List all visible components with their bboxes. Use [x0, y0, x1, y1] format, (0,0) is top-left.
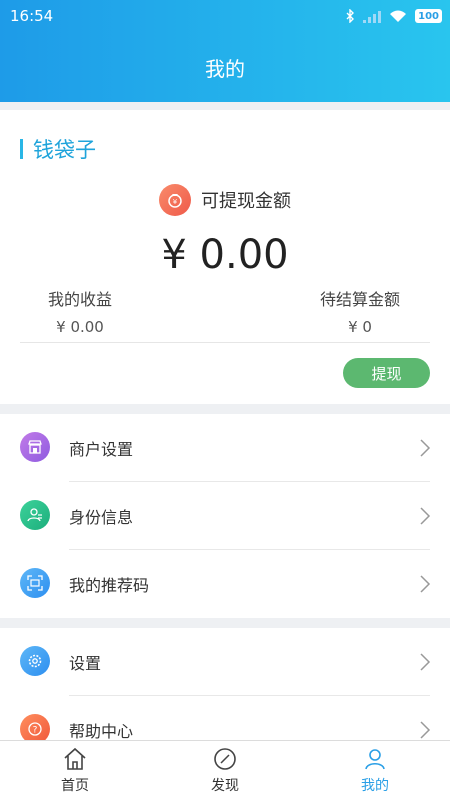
menu-item-identity-info[interactable]: 身份信息 [0, 482, 450, 550]
pending-value: ¥ 0 [348, 318, 372, 336]
battery-icon: 100 [415, 9, 442, 23]
withdraw-button[interactable]: 提现 [343, 358, 430, 388]
menu-item-label: 帮助中心 [69, 722, 134, 741]
chevron-right-icon [420, 653, 431, 671]
menu-group-support: 设置 ? 帮助中心 [0, 628, 450, 744]
menu-item-label: 身份信息 [69, 508, 134, 527]
menu-item-label: 设置 [69, 654, 102, 673]
svg-text:¥: ¥ [173, 198, 178, 206]
gear-icon [20, 646, 50, 676]
bottom-tab-bar: 首页 发现 我的 [0, 740, 450, 800]
menu-item-settings[interactable]: 设置 [0, 628, 450, 696]
status-icons: 100 [346, 9, 442, 23]
tab-home[interactable]: 首页 [0, 741, 150, 800]
menu-item-referral-code[interactable]: 我的推荐码 [0, 550, 450, 618]
store-icon [20, 432, 50, 462]
heading-accent-bar [20, 139, 23, 159]
pending-stat: 待结算金额 ¥ 0 [280, 286, 440, 336]
pending-label: 待结算金额 [319, 290, 400, 309]
wallet-heading-text: 钱袋子 [33, 138, 96, 162]
identity-icon [20, 500, 50, 530]
status-time: 16:54 [10, 7, 54, 25]
bluetooth-icon [346, 9, 355, 23]
tab-label: 发现 [211, 777, 239, 794]
compass-icon [214, 747, 236, 770]
wallet-heading: 钱袋子 [20, 134, 96, 164]
chevron-right-icon [420, 721, 431, 739]
menu-group-account: 商户设置 身份信息 我的推荐码 [0, 414, 450, 618]
signal-icon [363, 10, 382, 23]
withdrawable-amount: ¥ 0.00 [161, 232, 289, 278]
svg-text:?: ? [33, 726, 38, 736]
chevron-right-icon [420, 507, 431, 525]
tab-label: 首页 [61, 777, 89, 794]
status-bar: 16:54 100 [0, 0, 450, 32]
menu-item-label: 商户设置 [69, 440, 134, 459]
withdrawable-label: 可提现金额 [201, 191, 291, 212]
tab-mine[interactable]: 我的 [300, 741, 450, 800]
withdrawable-row: ¥ 可提现金额 [0, 184, 450, 216]
earnings-label: 我的收益 [47, 290, 112, 309]
menu-item-merchant-settings[interactable]: 商户设置 [0, 414, 450, 482]
earnings-value: ¥ 0.00 [56, 318, 104, 336]
chevron-right-icon [420, 575, 431, 593]
page-title: 我的 [205, 56, 245, 81]
chevron-right-icon [420, 439, 431, 457]
wallet-card: 钱袋子 ¥ 可提现金额 ¥ 0.00 我的收益 ¥ 0.00 待结算金额 ¥ 0… [0, 110, 450, 404]
earnings-stat: 我的收益 ¥ 0.00 [0, 286, 160, 336]
wifi-icon [390, 10, 407, 22]
tab-label: 我的 [361, 777, 389, 794]
user-icon [365, 748, 385, 769]
app-header: 我的 [0, 32, 450, 102]
divider [20, 342, 430, 343]
qr-code-icon [20, 568, 50, 598]
tab-discover[interactable]: 发现 [150, 741, 300, 800]
money-bag-icon: ¥ [159, 184, 191, 216]
home-icon [64, 747, 86, 770]
menu-item-label: 我的推荐码 [69, 576, 150, 595]
